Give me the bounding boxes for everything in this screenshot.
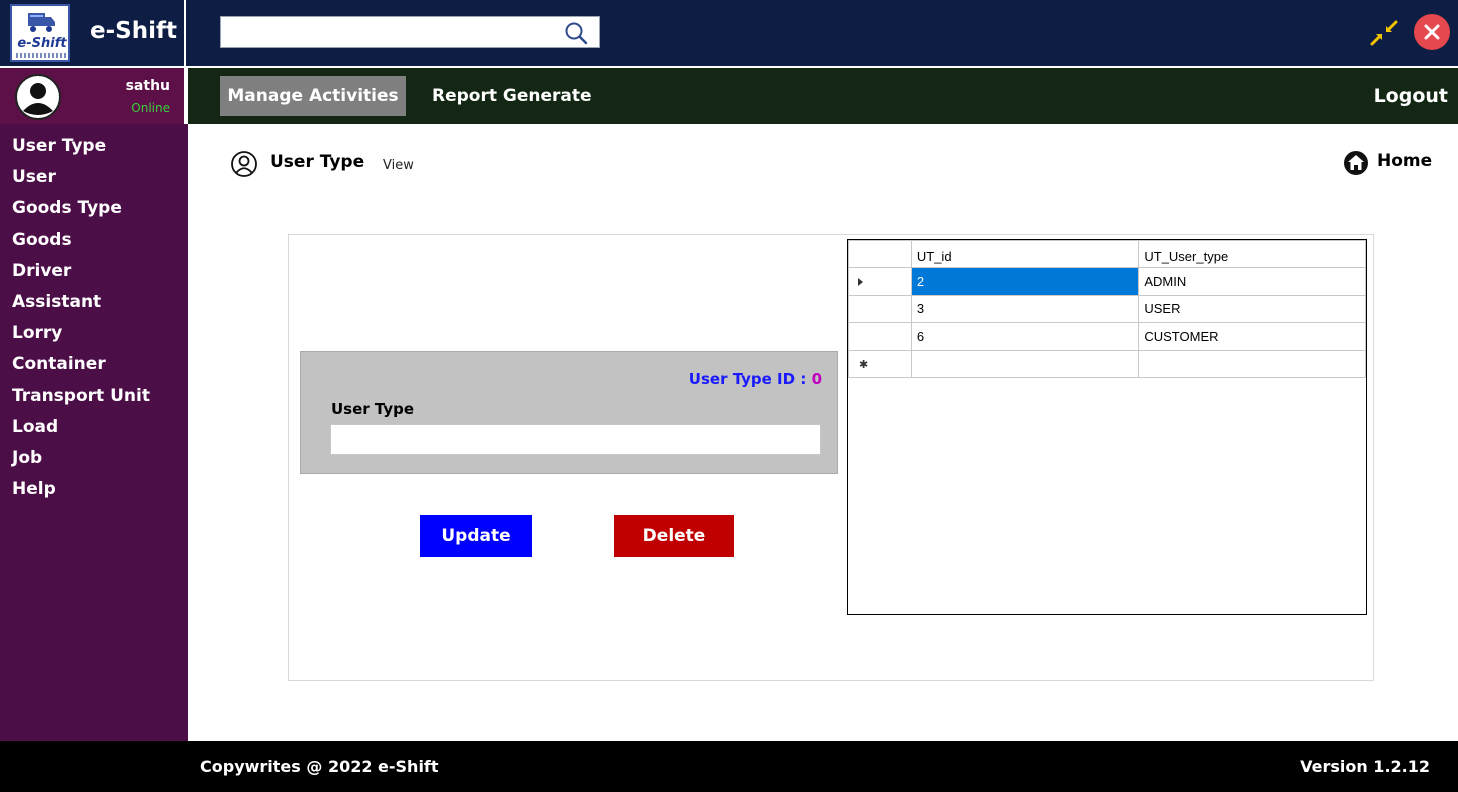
grid-header-ut-user-type[interactable]: UT_User_type: [1138, 240, 1366, 268]
page-subtitle: View: [383, 158, 414, 173]
sidebar-item-container[interactable]: Container: [0, 350, 188, 381]
home-label[interactable]: Home: [1377, 151, 1432, 171]
sidebar-item-job[interactable]: Job: [0, 444, 188, 475]
menu-manage-activities[interactable]: Manage Activities: [220, 76, 406, 116]
sidebar-item-goods-type[interactable]: Goods Type: [0, 194, 188, 225]
user-type-field-label: User Type: [331, 400, 415, 418]
cell-ut-user-type[interactable]: USER: [1138, 294, 1366, 323]
delete-button[interactable]: Delete: [614, 515, 734, 557]
row-header[interactable]: ✱: [848, 349, 912, 378]
user-circle-icon: [231, 151, 257, 177]
table-row[interactable]: 2 ADMIN: [848, 267, 1366, 296]
grid-header-ut-id[interactable]: UT_id: [910, 240, 1140, 268]
new-row[interactable]: ✱: [848, 349, 1366, 378]
search-input[interactable]: [225, 20, 555, 44]
user-type-id-value: 0: [811, 370, 822, 388]
search-box: [220, 16, 600, 48]
menu-bar: Manage Activities Report Generate Logout: [188, 68, 1458, 124]
user-name: sathu: [125, 78, 170, 94]
logout-link[interactable]: Logout: [1374, 76, 1448, 116]
home-icon[interactable]: [1342, 149, 1370, 177]
sidebar-item-help[interactable]: Help: [0, 475, 188, 506]
cell-ut-id[interactable]: 3: [910, 294, 1140, 323]
user-type-form: User Type ID : 0 User Type: [300, 351, 838, 474]
page-title: User Type: [270, 152, 365, 172]
grid-header-row: UT_id UT_User_type: [848, 240, 1366, 268]
sidebar-item-user[interactable]: User: [0, 163, 188, 194]
search-icon[interactable]: [563, 20, 589, 46]
user-type-grid[interactable]: UT_id UT_User_type 2 ADMIN 3 USER 6 CUST…: [847, 239, 1367, 615]
sidebar-item-assistant[interactable]: Assistant: [0, 288, 188, 319]
close-icon[interactable]: [1414, 14, 1450, 50]
copyright-text: Copywrites @ 2022 e-Shift: [200, 757, 439, 776]
new-cell-ut-user-type[interactable]: [1138, 349, 1366, 378]
sidebar-item-driver[interactable]: Driver: [0, 257, 188, 288]
shrink-arrows-icon[interactable]: [1368, 20, 1400, 46]
grid-corner-cell: [848, 240, 912, 268]
sidebar-item-load[interactable]: Load: [0, 413, 188, 444]
current-row-arrow-icon: [858, 277, 863, 286]
user-status: Online: [131, 101, 170, 115]
app-name: e-Shift: [90, 18, 177, 44]
row-header[interactable]: [848, 294, 912, 323]
truck-icon: [28, 13, 55, 32]
sidebar-item-goods[interactable]: Goods: [0, 226, 188, 257]
sidebar-item-transport-unit[interactable]: Transport Unit: [0, 382, 188, 413]
top-bar: e-Shift e-Shift: [0, 0, 1458, 66]
logo-subtext-decor: [16, 53, 68, 58]
user-type-id-caption: User Type ID :: [688, 370, 807, 388]
brand: e-Shift e-Shift: [0, 0, 186, 66]
menu-report-generate[interactable]: Report Generate: [432, 76, 592, 116]
sidebar-item-user-type[interactable]: User Type: [0, 132, 188, 163]
table-row[interactable]: 6 CUSTOMER: [848, 322, 1366, 351]
user-type-input[interactable]: [330, 424, 821, 455]
update-button[interactable]: Update: [420, 515, 532, 557]
row-header[interactable]: [848, 322, 912, 351]
user-box: sathu Online: [0, 68, 186, 124]
cell-ut-user-type[interactable]: CUSTOMER: [1138, 322, 1366, 351]
app-logo: e-Shift: [10, 4, 70, 62]
new-cell-ut-id[interactable]: [910, 349, 1140, 378]
logo-text: e-Shift: [17, 36, 67, 51]
table-row[interactable]: 3 USER: [848, 294, 1366, 323]
footer: Copywrites @ 2022 e-Shift Version 1.2.12: [0, 741, 1458, 792]
user-type-id-label: User Type ID : 0: [689, 370, 822, 388]
close-x-glyph: [1424, 24, 1440, 40]
cell-ut-id[interactable]: 6: [910, 322, 1140, 351]
cell-ut-user-type[interactable]: ADMIN: [1138, 267, 1366, 296]
sidebar-item-lorry[interactable]: Lorry: [0, 319, 188, 350]
cell-ut-id[interactable]: 2: [910, 267, 1140, 296]
new-row-star-icon: ✱: [859, 359, 869, 372]
version-text: Version 1.2.12: [1300, 757, 1430, 776]
row-header[interactable]: [848, 267, 912, 296]
sidebar: User Type User Goods Type Goods Driver A…: [0, 124, 188, 741]
user-avatar-icon[interactable]: [14, 73, 62, 121]
